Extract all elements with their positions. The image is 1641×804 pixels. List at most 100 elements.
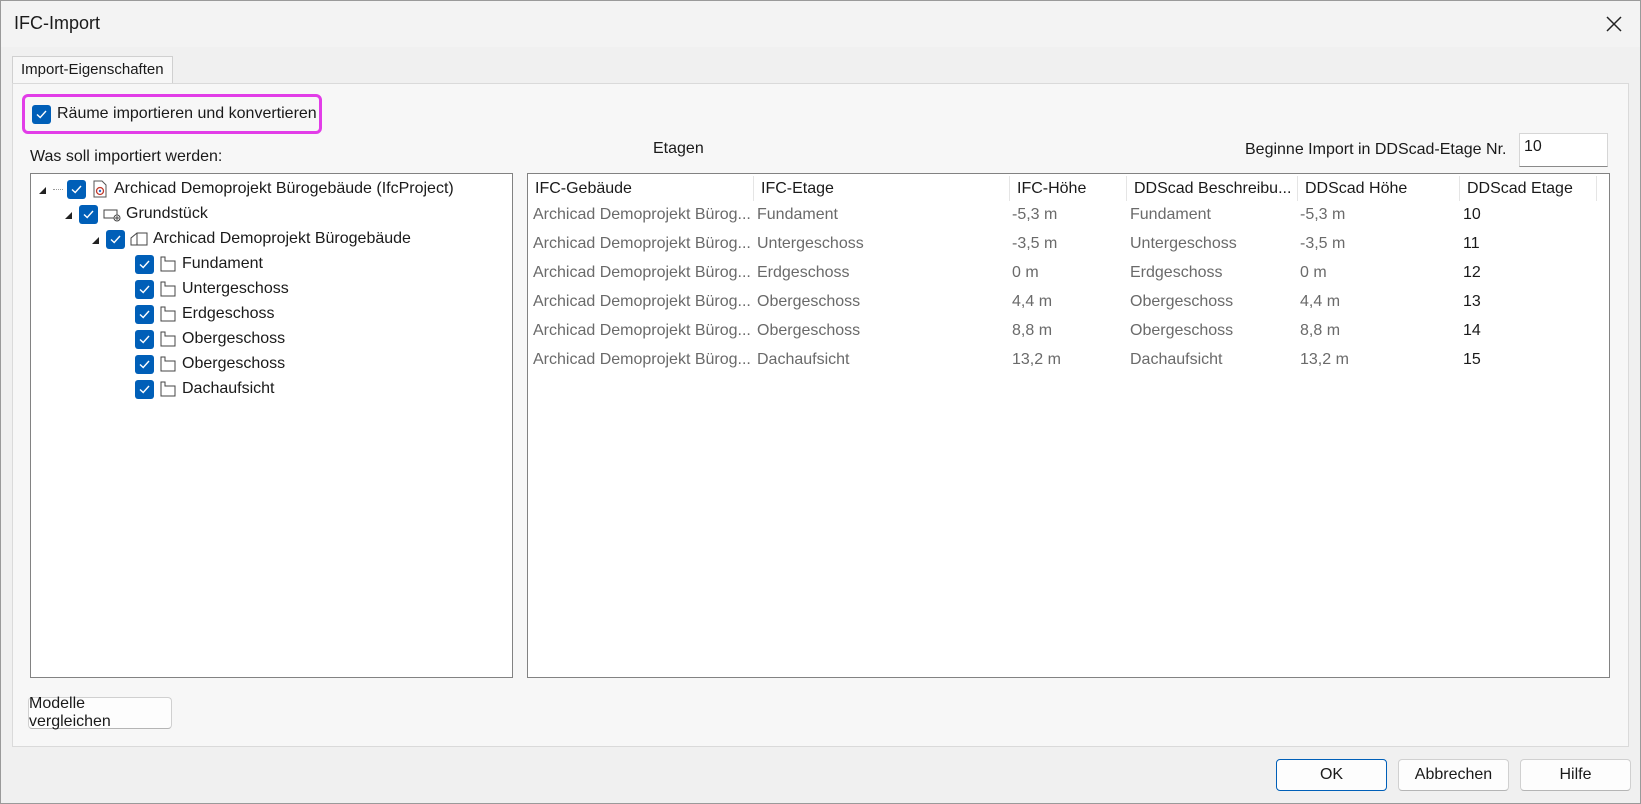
grid-cell: Archicad Demoprojekt Bürog... bbox=[533, 293, 751, 310]
tree-node-storey[interactable]: Dachaufsicht bbox=[135, 377, 275, 401]
column-header[interactable]: IFC-Höhe bbox=[1010, 176, 1127, 201]
tree-node-label: Fundament bbox=[182, 255, 263, 272]
grid-cell: Obergeschoss bbox=[1130, 322, 1234, 339]
grid-header: IFC-Gebäude IFC-Etage IFC-Höhe DDScad Be… bbox=[528, 174, 1609, 202]
tree-checkbox[interactable] bbox=[106, 229, 125, 249]
grid-cell: Obergeschoss bbox=[757, 293, 861, 310]
column-header[interactable]: IFC-Etage bbox=[754, 176, 1010, 201]
tree-checkbox[interactable] bbox=[135, 354, 154, 374]
compare-models-button[interactable]: Modelle vergleichen bbox=[28, 695, 172, 730]
grid-cell: Archicad Demoprojekt Bürog... bbox=[533, 322, 751, 339]
tree-node-label: Dachaufsicht bbox=[182, 380, 275, 397]
grid-cell: Untergeschoss bbox=[1130, 235, 1237, 252]
grid-cell: -3,5 m bbox=[1300, 235, 1346, 252]
etagen-grid[interactable]: IFC-Gebäude IFC-Etage IFC-Höhe DDScad Be… bbox=[527, 173, 1610, 678]
import-rooms-checkbox[interactable] bbox=[32, 104, 51, 124]
checkmark-icon bbox=[36, 110, 47, 119]
column-header[interactable]: DDScad Etage bbox=[1460, 176, 1597, 201]
grid-cell: 13,2 m bbox=[1300, 351, 1349, 368]
grid-cell-etage[interactable]: 12 bbox=[1463, 258, 1593, 287]
collapse-icon[interactable] bbox=[35, 182, 49, 196]
begin-import-label: Beginne Import in DDScad-Etage Nr. bbox=[1245, 141, 1507, 158]
storey-icon bbox=[158, 254, 178, 274]
grid-cell: Erdgeschoss bbox=[757, 264, 850, 281]
grid-cell: Archicad Demoprojekt Bürog... bbox=[533, 206, 751, 223]
checkmark-icon bbox=[139, 385, 150, 394]
grid-cell: -5,3 m bbox=[1300, 206, 1346, 223]
title-bar: IFC-Import bbox=[1, 1, 1640, 47]
grid-cell: -5,3 m bbox=[1012, 206, 1058, 223]
grid-cell: Archicad Demoprojekt Bürog... bbox=[533, 235, 751, 252]
tree-checkbox[interactable] bbox=[67, 179, 86, 199]
table-row[interactable]: Archicad Demoprojekt Bürog... Fundament … bbox=[528, 200, 1609, 229]
tab-import-eigenschaften[interactable]: Import-Eigenschaften bbox=[12, 56, 173, 84]
tree-node-storey[interactable]: Untergeschoss bbox=[135, 277, 289, 301]
table-row[interactable]: Archicad Demoprojekt Bürog... Erdgeschos… bbox=[528, 258, 1609, 287]
storey-icon bbox=[158, 304, 178, 324]
tree-node-label: Grundstück bbox=[126, 205, 208, 222]
storey-icon bbox=[158, 354, 178, 374]
grid-cell: 8,8 m bbox=[1300, 322, 1341, 339]
grid-cell: Untergeschoss bbox=[757, 235, 864, 252]
grid-cell-etage[interactable]: 10 bbox=[1463, 200, 1593, 229]
column-header[interactable]: DDScad Höhe bbox=[1298, 176, 1460, 201]
grid-cell: Dachaufsicht bbox=[757, 351, 850, 368]
checkmark-icon bbox=[139, 260, 150, 269]
close-icon bbox=[1606, 16, 1622, 32]
grid-cell: Obergeschoss bbox=[1130, 293, 1234, 310]
checkmark-icon bbox=[139, 285, 150, 294]
checkmark-icon bbox=[71, 185, 82, 194]
checkmark-icon bbox=[139, 335, 150, 344]
tree-node-storey[interactable]: Obergeschoss bbox=[135, 327, 285, 351]
table-row[interactable]: Archicad Demoprojekt Bürog... Dachaufsic… bbox=[528, 345, 1609, 374]
import-tree[interactable]: Archicad Demoprojekt Bürogebäude (IfcPro… bbox=[30, 173, 513, 678]
cancel-button[interactable]: Abbrechen bbox=[1398, 759, 1509, 791]
start-etage-input[interactable]: 10 bbox=[1519, 133, 1608, 167]
tree-node-label: Archicad Demoprojekt Bürogebäude (IfcPro… bbox=[114, 180, 454, 197]
tree-node-building[interactable]: Archicad Demoprojekt Bürogebäude bbox=[88, 227, 411, 251]
close-button[interactable] bbox=[1594, 5, 1634, 43]
tree-checkbox[interactable] bbox=[135, 254, 154, 274]
etagen-label: Etagen bbox=[653, 140, 704, 157]
tree-checkbox[interactable] bbox=[135, 279, 154, 299]
collapse-icon[interactable] bbox=[61, 207, 75, 221]
collapse-icon[interactable] bbox=[88, 232, 102, 246]
table-row[interactable]: Archicad Demoprojekt Bürog... Obergescho… bbox=[528, 287, 1609, 316]
grid-cell: 13,2 m bbox=[1012, 351, 1061, 368]
import-rooms-option[interactable]: Räume importieren und konvertieren bbox=[22, 94, 322, 134]
tree-node-storey[interactable]: Obergeschoss bbox=[135, 352, 285, 376]
grid-cell-etage[interactable]: 13 bbox=[1463, 287, 1593, 316]
grid-cell: -3,5 m bbox=[1012, 235, 1058, 252]
tree-checkbox[interactable] bbox=[135, 329, 154, 349]
tree-node-storey[interactable]: Fundament bbox=[135, 252, 263, 276]
column-header[interactable]: IFC-Gebäude bbox=[528, 176, 754, 201]
tree-node-label: Untergeschoss bbox=[182, 280, 289, 297]
grid-cell-etage[interactable]: 11 bbox=[1463, 229, 1593, 258]
tree-checkbox[interactable] bbox=[79, 204, 98, 224]
tree-checkbox[interactable] bbox=[135, 304, 154, 324]
checkmark-icon bbox=[139, 360, 150, 369]
tree-node-label: Archicad Demoprojekt Bürogebäude bbox=[153, 230, 411, 247]
import-rooms-label: Räume importieren und konvertieren bbox=[57, 105, 317, 122]
grid-cell-etage[interactable]: 14 bbox=[1463, 316, 1593, 345]
storey-icon bbox=[158, 279, 178, 299]
tree-node-storey[interactable]: Erdgeschoss bbox=[135, 302, 275, 326]
storey-icon bbox=[158, 329, 178, 349]
grid-cell: Fundament bbox=[1130, 206, 1211, 223]
tree-node-site[interactable]: Grundstück bbox=[61, 202, 208, 226]
tree-node-project[interactable]: Archicad Demoprojekt Bürogebäude (IfcPro… bbox=[35, 177, 454, 201]
grid-cell-etage[interactable]: 15 bbox=[1463, 345, 1593, 374]
table-row[interactable]: Archicad Demoprojekt Bürog... Obergescho… bbox=[528, 316, 1609, 345]
ifc-import-dialog: IFC-Import Import-Eigenschaften Räume im… bbox=[0, 0, 1641, 804]
table-row[interactable]: Archicad Demoprojekt Bürog... Untergesch… bbox=[528, 229, 1609, 258]
grid-cell: Fundament bbox=[757, 206, 838, 223]
tree-node-label: Obergeschoss bbox=[182, 355, 286, 372]
grid-cell: 0 m bbox=[1012, 264, 1039, 281]
project-icon bbox=[90, 179, 110, 199]
column-header[interactable]: DDScad Beschreibu... bbox=[1127, 176, 1298, 201]
tree-node-label: Erdgeschoss bbox=[182, 305, 275, 322]
what-import-label: Was soll importiert werden: bbox=[30, 148, 223, 165]
help-button[interactable]: Hilfe bbox=[1520, 759, 1631, 791]
tree-checkbox[interactable] bbox=[135, 379, 154, 399]
ok-button[interactable]: OK bbox=[1276, 759, 1387, 791]
